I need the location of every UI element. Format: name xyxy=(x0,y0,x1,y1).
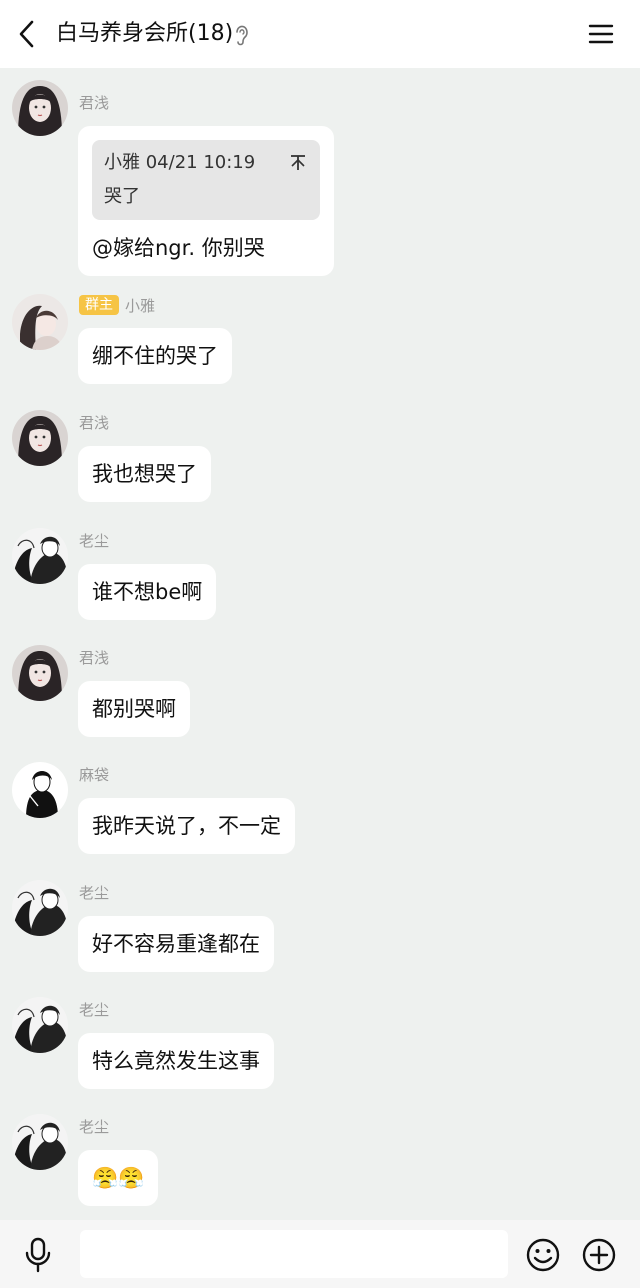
avatar-xiaoya[interactable] xyxy=(12,294,68,350)
message-bubble[interactable]: 我也想哭了 xyxy=(78,446,211,502)
avatar-madai[interactable] xyxy=(12,762,68,818)
sender-name: 麻袋 xyxy=(79,765,110,784)
message-text: 特么竟然发生这事 xyxy=(92,1049,260,1073)
sender-name: 老尘 xyxy=(79,531,110,550)
message-meta: 群主 小雅 xyxy=(79,295,155,315)
plus-circle-icon[interactable] xyxy=(581,1237,617,1273)
message-meta: 君浅 xyxy=(79,412,109,432)
avatar-laochen[interactable] xyxy=(12,997,68,1053)
message-text: 都别哭啊 xyxy=(92,697,176,721)
message-meta: 麻袋 xyxy=(79,764,109,784)
chat-title: 白马养身会所(18) xyxy=(56,21,234,46)
avatar-laochen[interactable] xyxy=(12,880,68,936)
quote-author-time: 小雅 04/21 10:19 xyxy=(104,152,256,173)
ear-icon xyxy=(236,25,248,46)
avatar-junqian[interactable] xyxy=(12,410,68,466)
message-bubble[interactable]: 都别哭啊 xyxy=(78,681,190,737)
message-bubble[interactable]: 我昨天说了，不一定 xyxy=(78,798,295,854)
avatar-laochen[interactable] xyxy=(12,528,68,584)
chevron-left-icon[interactable] xyxy=(12,18,44,50)
message-input[interactable] xyxy=(80,1230,508,1278)
message-bubble[interactable]: 谁不想be啊 xyxy=(78,564,217,620)
chat-message-list[interactable]: 君浅 小雅 04/21 10:19 哭了 @嫁给ngr. 你别哭 群主 小雅 绷… xyxy=(0,68,640,1220)
avatar-junqian[interactable] xyxy=(12,80,68,136)
sender-name: 老尘 xyxy=(79,883,110,902)
message-text: 我也想哭了 xyxy=(92,462,197,486)
hamburger-menu-icon[interactable] xyxy=(586,19,616,49)
header-bar: 白马养身会所(18) xyxy=(0,0,640,68)
sender-name: 君浅 xyxy=(79,648,110,667)
message-bubble[interactable]: 小雅 04/21 10:19 哭了 @嫁给ngr. 你别哭 xyxy=(78,126,334,276)
input-bar xyxy=(0,1220,640,1288)
message-meta: 君浅 xyxy=(79,647,109,667)
quote-text: 哭了 xyxy=(104,186,140,207)
quoted-message[interactable]: 小雅 04/21 10:19 哭了 xyxy=(92,140,320,220)
sender-name: 君浅 xyxy=(79,413,110,432)
message-text: 我昨天说了，不一定 xyxy=(92,814,281,838)
message-meta: 老尘 xyxy=(79,530,109,550)
message-meta: 老尘 xyxy=(79,999,109,1019)
message-text: @嫁给ngr. 你别哭 xyxy=(92,236,265,260)
microphone-icon[interactable] xyxy=(22,1237,54,1273)
avatar-junqian[interactable] xyxy=(12,645,68,701)
owner-badge: 群主 xyxy=(79,295,119,315)
sender-name: 老尘 xyxy=(79,1117,110,1136)
sender-name: 小雅 xyxy=(125,296,156,315)
message-text: 谁不想be啊 xyxy=(92,580,203,604)
collapse-icon[interactable] xyxy=(288,152,308,172)
message-text: 好不容易重逢都在 xyxy=(92,932,260,956)
sender-name: 老尘 xyxy=(79,1000,110,1019)
avatar-laochen[interactable] xyxy=(12,1114,68,1170)
message-text: 绷不住的哭了 xyxy=(92,344,218,368)
message-bubble[interactable]: 特么竟然发生这事 xyxy=(78,1033,274,1089)
message-meta: 君浅 xyxy=(79,92,109,112)
smiley-icon[interactable] xyxy=(525,1237,561,1273)
message-meta: 老尘 xyxy=(79,1116,109,1136)
message-text: 😤😤 xyxy=(92,1166,145,1190)
message-bubble[interactable]: 😤😤 xyxy=(78,1150,159,1206)
message-bubble[interactable]: 好不容易重逢都在 xyxy=(78,916,274,972)
sender-name: 君浅 xyxy=(79,93,110,112)
message-bubble[interactable]: 绷不住的哭了 xyxy=(78,328,232,384)
message-meta: 老尘 xyxy=(79,882,109,902)
